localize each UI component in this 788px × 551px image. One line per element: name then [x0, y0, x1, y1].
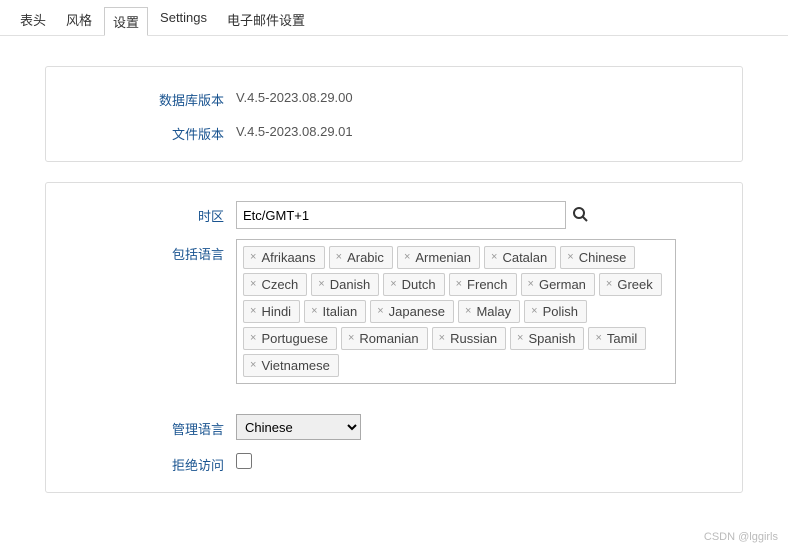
tab-email-settings[interactable]: 电子邮件设置	[219, 6, 313, 35]
close-icon[interactable]: ×	[250, 252, 256, 263]
close-icon[interactable]: ×	[311, 306, 317, 317]
lang-tag[interactable]: × Romanian	[341, 327, 428, 350]
close-icon[interactable]: ×	[456, 279, 462, 290]
close-icon[interactable]: ×	[250, 279, 256, 290]
db-version-value: V.4.5-2023.08.29.00	[236, 85, 722, 105]
close-icon[interactable]: ×	[250, 360, 256, 371]
lang-tag-label: Arabic	[347, 250, 384, 265]
db-version-row: 数据库版本 V.4.5-2023.08.29.00	[66, 85, 722, 109]
content-area: 数据库版本 V.4.5-2023.08.29.00 文件版本 V.4.5-202…	[0, 36, 788, 543]
close-icon[interactable]: ×	[336, 252, 342, 263]
include-langs-row: 包括语言 ×Afrikaans×Arabic×Armenian×Catalan×…	[66, 239, 722, 384]
lang-tag-label: Romanian	[359, 331, 418, 346]
lang-tag-label: Portuguese	[261, 331, 328, 346]
close-icon[interactable]: ×	[318, 279, 324, 290]
settings-panel: 时区 包括语言 × Afrikaans × Arabic × Armenian × Catal…	[45, 182, 743, 493]
admin-lang-select[interactable]: Chinese	[236, 414, 361, 440]
lang-tag[interactable]: × Vietnamese	[243, 354, 339, 377]
close-icon[interactable]: ×	[595, 333, 601, 344]
admin-lang-row: 管理语言 Chinese	[66, 414, 722, 440]
deny-access-row: 拒绝访问	[66, 450, 722, 474]
file-version-row: 文件版本 V.4.5-2023.08.29.01	[66, 119, 722, 143]
lang-tag[interactable]: × Czech	[243, 273, 307, 296]
include-langs-box[interactable]: × Afrikaans × Arabic × Armenian × Catalan × Chine…	[236, 239, 676, 384]
close-icon[interactable]: ×	[439, 333, 445, 344]
close-icon[interactable]: ×	[567, 252, 573, 263]
timezone-label: 时区	[66, 201, 236, 225]
lang-tag-label: Chinese	[579, 250, 627, 265]
include-langs-label: 包括语言	[66, 239, 236, 263]
close-icon[interactable]: ×	[517, 333, 523, 344]
close-icon[interactable]: ×	[491, 252, 497, 263]
tab-settings-cn[interactable]: 设置	[104, 7, 148, 36]
lang-tag-label: Russian	[450, 331, 497, 346]
lang-tag[interactable]: × Portuguese	[243, 327, 337, 350]
lang-tag-label: Afrikaans	[261, 250, 315, 265]
tab-settings-en[interactable]: Settings	[152, 6, 215, 35]
lang-tag[interactable]: × Malay	[458, 300, 520, 323]
lang-tag-label: Catalan	[502, 250, 547, 265]
close-icon[interactable]: ×	[377, 306, 383, 317]
search-icon[interactable]	[572, 206, 588, 225]
lang-tag-label: Malay	[476, 304, 511, 319]
lang-tag-label: French	[467, 277, 507, 292]
lang-tag-label: Armenian	[415, 250, 471, 265]
close-icon[interactable]: ×	[528, 279, 534, 290]
lang-tag-label: Tamil	[607, 331, 637, 346]
lang-tag-label: Italian	[323, 304, 358, 319]
lang-tag[interactable]: × Afrikaans	[243, 246, 325, 269]
timezone-row: 时区	[66, 201, 722, 229]
lang-tag[interactable]: × Catalan	[484, 246, 556, 269]
close-icon[interactable]: ×	[250, 333, 256, 344]
file-version-label: 文件版本	[66, 119, 236, 143]
deny-access-label: 拒绝访问	[66, 450, 236, 474]
lang-tag[interactable]: × Danish	[311, 273, 379, 296]
lang-tag[interactable]: × French	[449, 273, 517, 296]
lang-tag[interactable]: × Chinese	[560, 246, 635, 269]
lang-tag[interactable]: × Spanish	[510, 327, 584, 350]
lang-tag-label: Spanish	[528, 331, 575, 346]
file-version-value: V.4.5-2023.08.29.01	[236, 119, 722, 139]
db-version-label: 数据库版本	[66, 85, 236, 109]
lang-tag-label: Japanese	[389, 304, 445, 319]
watermark: CSDN @lggirls	[704, 531, 778, 543]
close-icon[interactable]: ×	[404, 252, 410, 263]
lang-tag[interactable]: × Hindi	[243, 300, 300, 323]
lang-tag-label: German	[539, 277, 586, 292]
lang-tag[interactable]: × Japanese	[370, 300, 454, 323]
admin-lang-label: 管理语言	[66, 414, 236, 438]
timezone-input[interactable]	[236, 201, 566, 229]
version-panel: 数据库版本 V.4.5-2023.08.29.00 文件版本 V.4.5-202…	[45, 66, 743, 162]
lang-tag-label: Greek	[617, 277, 652, 292]
lang-tag-label: Hindi	[261, 304, 291, 319]
lang-tag-label: Vietnamese	[261, 358, 329, 373]
tab-style[interactable]: 风格	[58, 6, 100, 35]
lang-tag[interactable]: × Polish	[524, 300, 587, 323]
lang-tag-label: Polish	[543, 304, 578, 319]
lang-tag[interactable]: × German	[521, 273, 595, 296]
lang-tag[interactable]: × Dutch	[383, 273, 444, 296]
lang-tag[interactable]: × Tamil	[588, 327, 646, 350]
close-icon[interactable]: ×	[250, 306, 256, 317]
lang-tag[interactable]: × Armenian	[397, 246, 480, 269]
close-icon[interactable]: ×	[606, 279, 612, 290]
lang-tag[interactable]: × Italian	[304, 300, 366, 323]
tab-bar: 表头 风格 设置 Settings 电子邮件设置	[0, 0, 788, 36]
lang-tag-label: Danish	[330, 277, 370, 292]
deny-access-checkbox[interactable]	[236, 453, 252, 469]
close-icon[interactable]: ×	[531, 306, 537, 317]
close-icon[interactable]: ×	[465, 306, 471, 317]
lang-tag[interactable]: × Russian	[432, 327, 506, 350]
lang-tag-label: Dutch	[402, 277, 436, 292]
lang-tag[interactable]: × Greek	[599, 273, 662, 296]
close-icon[interactable]: ×	[348, 333, 354, 344]
tab-header[interactable]: 表头	[12, 6, 54, 35]
close-icon[interactable]: ×	[390, 279, 396, 290]
lang-tag[interactable]: × Arabic	[329, 246, 393, 269]
lang-tag-label: Czech	[261, 277, 298, 292]
